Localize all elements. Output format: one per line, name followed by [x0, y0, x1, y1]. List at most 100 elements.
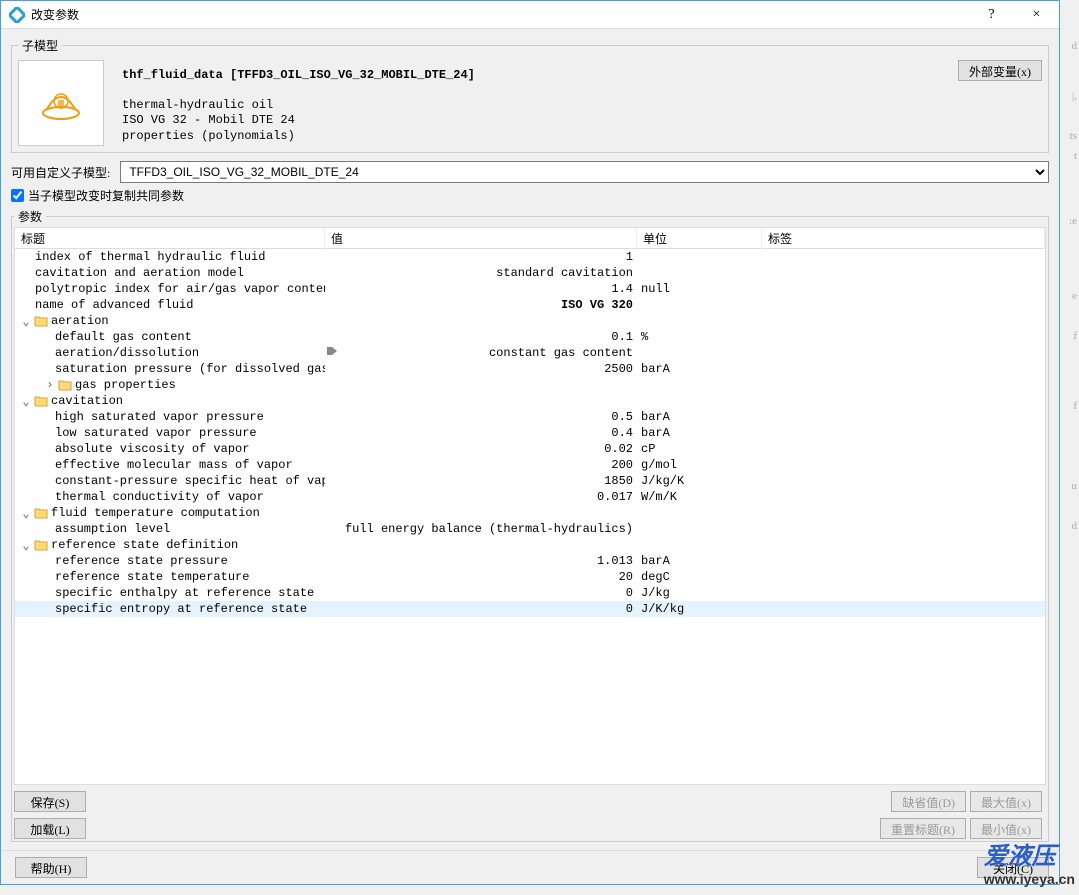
row-value[interactable]: 1 [325, 250, 637, 264]
row-unit[interactable]: barA [637, 410, 762, 424]
row-value[interactable]: 0.017 [325, 490, 637, 504]
row-title: index of thermal hydraulic fluid [35, 250, 265, 264]
params-tree[interactable]: index of thermal hydraulic fluid1cavitat… [14, 249, 1046, 785]
submodel-legend: 子模型 [18, 37, 62, 54]
header-title[interactable]: 标题 [15, 228, 325, 249]
row-unit[interactable]: cP [637, 442, 762, 456]
folder-icon [33, 507, 49, 519]
tree-param-p-satpress[interactable]: saturation pressure (for dissolved gas)2… [15, 361, 1045, 377]
row-value[interactable]: 2500 [325, 362, 637, 376]
tree-group-g-ftc[interactable]: ⌄fluid temperature computation [15, 505, 1045, 521]
tree-group-g-rsd[interactable]: ⌄reference state definition [15, 537, 1045, 553]
save-button[interactable]: 保存(S) [14, 791, 86, 812]
chevron-down-icon[interactable]: ⌄ [19, 314, 33, 329]
tree-param-p-rsp[interactable]: reference state pressure1.013barA [15, 553, 1045, 569]
row-unit[interactable]: degC [637, 570, 762, 584]
submodel-info: thf_fluid_data [TFFD3_OIL_ISO_VG_32_MOBI… [122, 60, 958, 144]
row-value[interactable]: 0.5 [325, 410, 637, 424]
row-title: low saturated vapor pressure [55, 426, 257, 440]
folder-icon [57, 379, 73, 391]
row-value[interactable]: 1.4 [325, 282, 637, 296]
row-unit[interactable]: null [637, 282, 762, 296]
row-value[interactable]: ISO VG 320 [325, 298, 637, 312]
row-unit[interactable]: g/mol [637, 458, 762, 472]
row-unit[interactable]: % [637, 330, 762, 344]
row-title: aeration [51, 314, 109, 328]
row-title: specific enthalpy at reference state [55, 586, 314, 600]
tree-param-p-emm[interactable]: effective molecular mass of vapor200g/mo… [15, 457, 1045, 473]
tree-param-p-cavmodel[interactable]: cavitation and aeration modelstandard ca… [15, 265, 1045, 281]
tree-group-g-gasprop[interactable]: ›gas properties [15, 377, 1045, 393]
row-value[interactable]: 0.02 [325, 442, 637, 456]
load-button[interactable]: 加载(L) [14, 818, 86, 839]
tree-param-p-hsvp[interactable]: high saturated vapor pressure0.5barA [15, 409, 1045, 425]
app-icon [9, 7, 25, 23]
submodel-desc-1: thermal-hydraulic oil [122, 98, 958, 114]
chevron-down-icon[interactable]: ⌄ [19, 394, 33, 409]
reset-title-button[interactable]: 重置标题(R) [880, 818, 966, 839]
help-footer-button[interactable]: 帮助(H) [15, 857, 87, 878]
max-button[interactable]: 最大值(x) [970, 791, 1042, 812]
row-value[interactable]: 0.4 [325, 426, 637, 440]
row-unit[interactable]: barA [637, 426, 762, 440]
submodel-icon: ▦ [18, 60, 104, 146]
row-value[interactable]: 1.013 [325, 554, 637, 568]
row-value[interactable]: 200 [325, 458, 637, 472]
tree-param-p-assump[interactable]: assumption levelfull energy balance (the… [15, 521, 1045, 537]
tag-icon [325, 345, 339, 361]
row-title: aeration/dissolution [55, 346, 199, 360]
row-value[interactable]: constant gas content [325, 345, 637, 361]
available-submodel-select[interactable]: TFFD3_OIL_ISO_VG_32_MOBIL_DTE_24 [120, 161, 1049, 183]
row-value[interactable]: standard cavitation [325, 266, 637, 280]
tree-param-p-polyidx[interactable]: polytropic index for air/gas vapor conte… [15, 281, 1045, 297]
chevron-right-icon[interactable]: › [43, 378, 57, 392]
tree-param-p-sen[interactable]: specific enthalpy at reference state 0J/k… [15, 585, 1045, 601]
tree-param-p-avv[interactable]: absolute viscosity of vapor0.02cP [15, 441, 1045, 457]
available-submodel-label: 可用自定义子模型: [11, 164, 110, 181]
row-value[interactable]: 20 [325, 570, 637, 584]
folder-icon [33, 315, 49, 327]
row-unit[interactable]: barA [637, 362, 762, 376]
row-unit[interactable]: barA [637, 554, 762, 568]
copy-params-label: 当子模型改变时复制共同参数 [28, 187, 184, 204]
tree-param-p-lsvp[interactable]: low saturated vapor pressure 0.4barA [15, 425, 1045, 441]
row-unit[interactable]: J/kg [637, 586, 762, 600]
row-value[interactable]: 0.1 [325, 330, 637, 344]
help-button[interactable]: ? [969, 1, 1014, 29]
copy-params-checkbox[interactable] [11, 189, 24, 202]
watermark: 爱液压 www.iyeya.cn [984, 836, 1075, 887]
header-tag[interactable]: 标签 [762, 228, 1045, 249]
chevron-down-icon[interactable]: ⌄ [19, 538, 33, 553]
row-unit[interactable]: J/kg/K [637, 474, 762, 488]
background-edge: d|,ts t:ee ffu d [1061, 0, 1079, 895]
row-title: polytropic index for air/gas vapor conte… [35, 282, 325, 296]
row-value[interactable]: full energy balance (thermal-hydraulics) [325, 522, 637, 536]
row-value[interactable]: 1850 [325, 474, 637, 488]
params-legend: 参数 [14, 208, 46, 225]
tree-param-p-aerdiss[interactable]: aeration/dissolution constant gas content [15, 345, 1045, 361]
tree-param-p-advfluid[interactable]: name of advanced fluid ISO VG 320 [15, 297, 1045, 313]
row-title: name of advanced fluid [35, 298, 193, 312]
chevron-down-icon[interactable]: ⌄ [19, 506, 33, 521]
tree-param-p-tcv[interactable]: thermal conductivity of vapor0.017W/m/K [15, 489, 1045, 505]
row-unit[interactable]: J/K/kg [637, 602, 762, 616]
header-unit[interactable]: 单位 [637, 228, 762, 249]
row-title: constant-pressure specific heat of vapor [55, 474, 325, 488]
close-button[interactable]: × [1014, 1, 1059, 29]
tree-param-p-index[interactable]: index of thermal hydraulic fluid 1 [15, 249, 1045, 265]
external-variables-button[interactable]: 外部变量(x) [958, 60, 1042, 81]
window-title: 改变参数 [31, 6, 969, 23]
row-unit[interactable]: W/m/K [637, 490, 762, 504]
default-button[interactable]: 缺省值(D) [891, 791, 966, 812]
tree-group-g-aeration[interactable]: ⌄ aeration [15, 313, 1045, 329]
folder-icon [33, 539, 49, 551]
row-title: cavitation [51, 394, 123, 408]
tree-param-p-sent[interactable]: specific entropy at reference state0J/K/… [15, 601, 1045, 617]
header-value[interactable]: 值 [325, 228, 637, 249]
tree-param-p-cpsh[interactable]: constant-pressure specific heat of vapor… [15, 473, 1045, 489]
tree-param-p-rst[interactable]: reference state temperature20degC [15, 569, 1045, 585]
tree-group-g-cav[interactable]: ⌄ cavitation [15, 393, 1045, 409]
row-value[interactable]: 0 [325, 586, 637, 600]
tree-param-p-gas[interactable]: default gas content0.1% [15, 329, 1045, 345]
row-value[interactable]: 0 [325, 602, 637, 616]
